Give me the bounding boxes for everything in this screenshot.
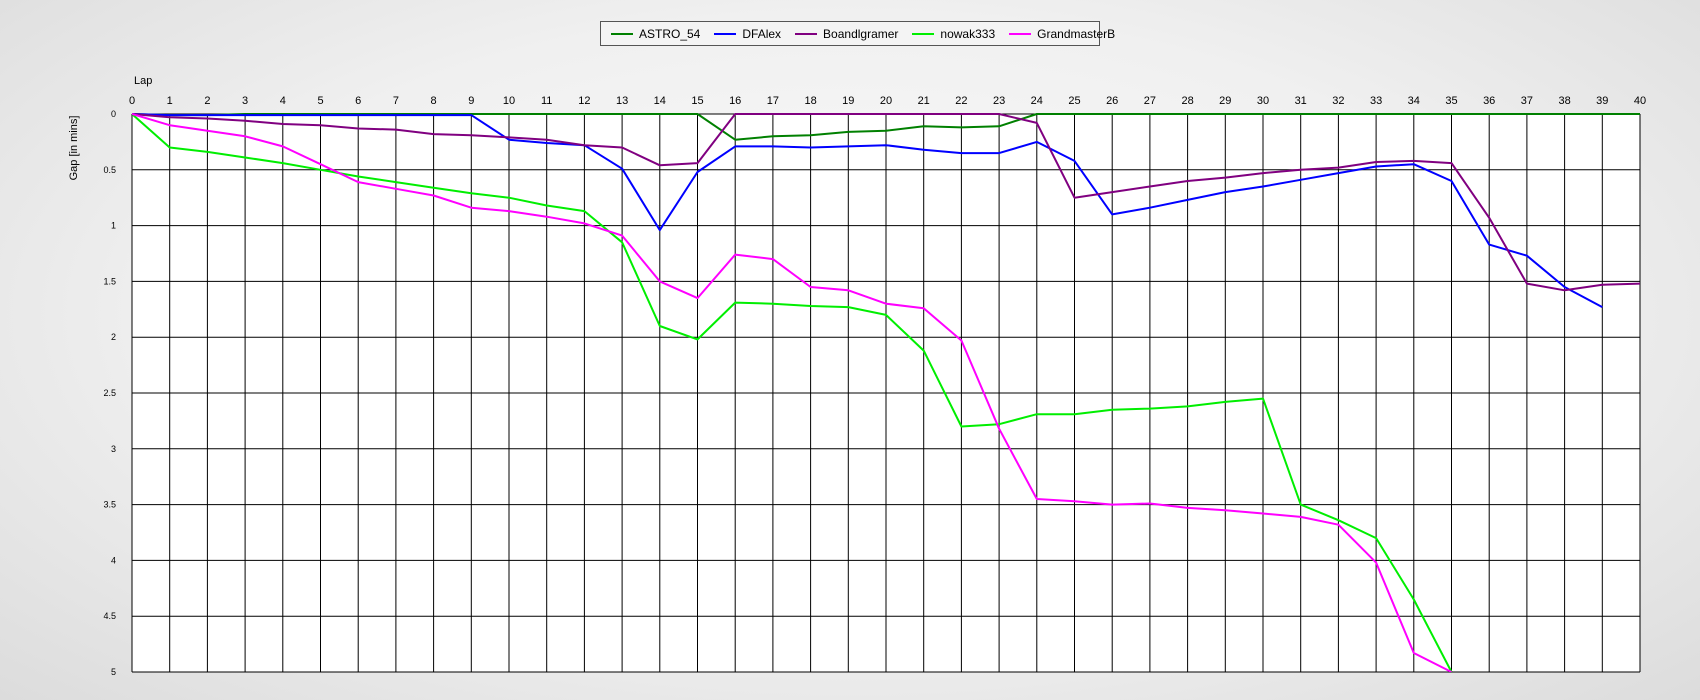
y-tick-label: 2 <box>111 332 116 342</box>
y-tick-label: 1 <box>111 221 116 231</box>
x-tick-label: 9 <box>468 95 474 107</box>
x-tick-label: 11 <box>541 95 552 107</box>
x-tick-label: 3 <box>242 95 248 107</box>
x-tick-label: 24 <box>1031 95 1043 107</box>
x-tick-label: 37 <box>1521 95 1533 107</box>
x-tick-label: 34 <box>1408 95 1420 107</box>
x-tick-label: 12 <box>578 95 590 107</box>
x-tick-label: 26 <box>1106 95 1118 107</box>
x-tick-label: 17 <box>767 95 779 107</box>
x-tick-label: 23 <box>993 95 1005 107</box>
x-tick-label: 4 <box>280 95 286 107</box>
y-tick-label: 1.5 <box>103 276 116 286</box>
x-tick-label: 29 <box>1219 95 1231 107</box>
x-tick-label: 0 <box>129 95 135 107</box>
x-tick-label: 36 <box>1483 95 1495 107</box>
y-tick-label: 5 <box>111 667 116 677</box>
x-tick-label: 20 <box>880 95 892 107</box>
x-tick-label: 15 <box>691 95 703 107</box>
x-tick-label: 27 <box>1144 95 1156 107</box>
x-tick-label: 40 <box>1634 95 1646 107</box>
y-tick-label: 4 <box>111 555 116 565</box>
x-tick-label: 13 <box>616 95 628 107</box>
x-tick-label: 7 <box>393 95 399 107</box>
y-tick-label: 0.5 <box>103 165 116 175</box>
x-tick-label: 14 <box>654 95 666 107</box>
x-tick-label: 28 <box>1181 95 1193 107</box>
x-tick-label: 25 <box>1068 95 1080 107</box>
x-tick-label: 10 <box>503 95 515 107</box>
x-tick-label: 32 <box>1332 95 1344 107</box>
x-tick-label: 5 <box>317 95 323 107</box>
x-tick-label: 19 <box>842 95 854 107</box>
x-tick-label: 8 <box>431 95 437 107</box>
y-tick-label: 4.5 <box>103 611 116 621</box>
x-tick-label: 39 <box>1596 95 1608 107</box>
y-tick-label: 0 <box>111 109 116 119</box>
y-tick-label: 3 <box>111 444 116 454</box>
x-tick-label: 21 <box>918 95 930 107</box>
x-tick-label: 16 <box>729 95 741 107</box>
x-tick-label: 1 <box>167 95 173 107</box>
x-tick-label: 6 <box>355 95 361 107</box>
x-tick-label: 30 <box>1257 95 1269 107</box>
x-tick-label: 2 <box>204 95 210 107</box>
x-tick-label: 33 <box>1370 95 1382 107</box>
x-tick-label: 31 <box>1295 95 1307 107</box>
y-tick-label: 2.5 <box>103 388 116 398</box>
y-axis-label: Gap [in mins] <box>68 116 80 181</box>
x-tick-label: 35 <box>1445 95 1457 107</box>
gap-chart: 0 1 2 3 4 5 6 7 8 9 10 11 12 13 14 15 16 17 18 19 20 21 22 23 24… <box>68 75 1646 677</box>
x-tick-label: 18 <box>804 95 816 107</box>
x-tick-label: 38 <box>1558 95 1570 107</box>
x-axis-label: Lap <box>134 75 152 87</box>
y-tick-label: 3.5 <box>103 500 116 510</box>
x-tick-label: 22 <box>955 95 967 107</box>
